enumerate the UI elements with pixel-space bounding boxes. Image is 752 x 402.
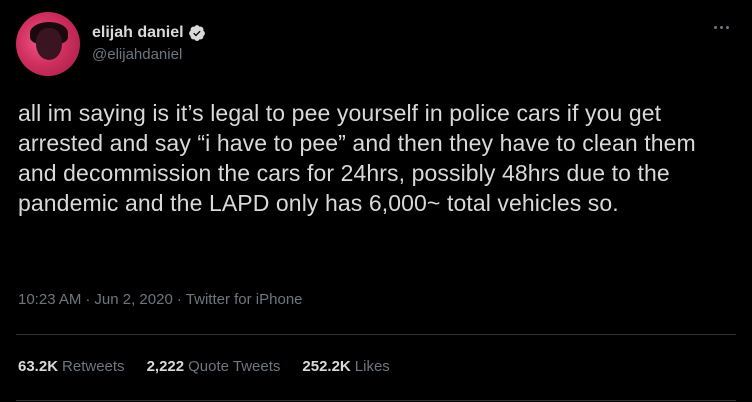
tweet-text: all im saying is it’s legal to pee yours… [18,100,696,216]
tweet-stats: 63.2K Retweets 2,222 Quote Tweets 252.2K… [18,357,412,377]
meta-separator: · [176,291,182,308]
tweet-date[interactable]: Jun 2, 2020 [94,291,172,308]
avatar-face [36,28,62,60]
divider [16,334,736,335]
retweets-label: Retweets [62,358,125,375]
likes-stat[interactable]: 252.2K Likes [302,357,389,377]
display-name[interactable]: elijah daniel [92,23,184,43]
tweet-time[interactable]: 10:23 AM [18,291,81,308]
tweet-header: elijah daniel @elijahdaniel [16,12,206,76]
display-name-row: elijah daniel [92,23,206,43]
likes-count: 252.2K [302,358,351,375]
more-options-icon[interactable] [710,18,732,36]
retweets-stat[interactable]: 63.2K Retweets [18,357,125,377]
tweet-meta: 10:23 AM · Jun 2, 2020 · Twitter for iPhone [18,290,303,310]
author-names: elijah daniel @elijahdaniel [92,23,206,65]
tweet-card: elijah daniel @elijahdaniel all im sayin… [0,0,752,402]
quote-tweets-label: Quote Tweets [188,358,281,375]
retweets-count: 63.2K [18,358,59,375]
handle[interactable]: @elijahdaniel [92,45,206,65]
quote-tweets-stat[interactable]: 2,222 Quote Tweets [147,357,281,377]
avatar[interactable] [16,12,80,76]
meta-separator: · [85,291,91,308]
divider [16,400,736,401]
likes-label: Likes [354,358,390,375]
more-dot [725,25,729,29]
more-dot [713,25,717,29]
quote-tweets-count: 2,222 [146,358,185,375]
tweet-source[interactable]: Twitter for iPhone [186,291,303,308]
more-dot [719,25,723,29]
verified-badge-icon [188,25,205,41]
